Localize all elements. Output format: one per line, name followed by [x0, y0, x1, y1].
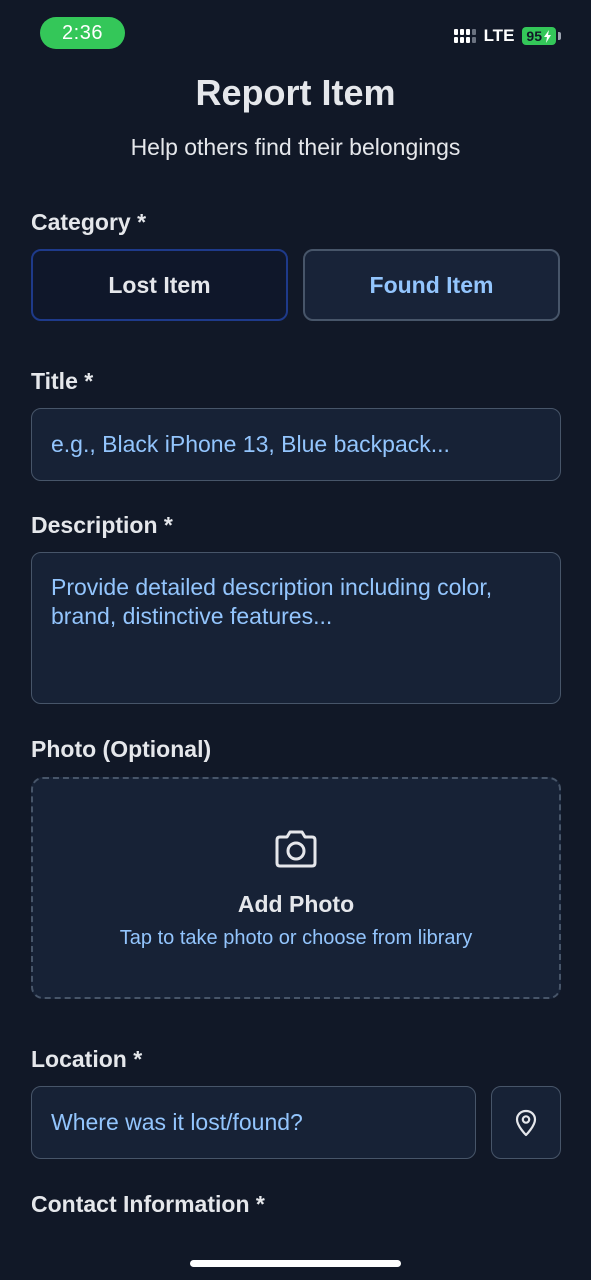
page-title: Report Item	[195, 72, 396, 113]
add-photo-hint: Tap to take photo or choose from library	[119, 927, 473, 949]
network-label: LTE	[483, 26, 515, 45]
map-pin-icon	[515, 1109, 537, 1136]
status-indicators: LTE 95	[453, 26, 561, 46]
page-subtitle: Help others find their belongings	[130, 134, 461, 160]
status-time: 2:36	[40, 17, 125, 49]
category-label: Category *	[31, 209, 147, 235]
battery-icon: 95	[522, 27, 556, 45]
title-label: Title *	[31, 368, 94, 394]
lost-item-button[interactable]: Lost Item	[31, 249, 288, 321]
title-input[interactable]: e.g., Black iPhone 13, Blue backpack...	[31, 408, 561, 481]
charging-bolt-icon	[544, 29, 551, 43]
use-location-button[interactable]	[491, 1086, 561, 1159]
status-bar: 2:36 LTE 95	[0, 0, 591, 66]
description-textarea[interactable]: Provide detailed description including c…	[31, 552, 561, 704]
signal-icon	[453, 29, 476, 43]
battery-level: 95	[526, 28, 542, 44]
contact-information-label: Contact Information *	[31, 1191, 265, 1217]
found-item-button[interactable]: Found Item	[303, 249, 560, 321]
report-item-screen: 2:36 LTE 95 Report Item Help others find…	[0, 0, 591, 1280]
description-label: Description *	[31, 512, 173, 538]
photo-label: Photo (Optional)	[31, 736, 212, 762]
location-input[interactable]: Where was it lost/found?	[31, 1086, 476, 1159]
battery-tip	[558, 32, 561, 40]
camera-icon	[275, 830, 317, 868]
home-indicator[interactable]	[190, 1260, 401, 1267]
location-label: Location *	[31, 1046, 143, 1072]
add-photo-title: Add Photo	[237, 891, 355, 917]
add-photo-button[interactable]: Add Photo Tap to take photo or choose fr…	[31, 777, 561, 999]
